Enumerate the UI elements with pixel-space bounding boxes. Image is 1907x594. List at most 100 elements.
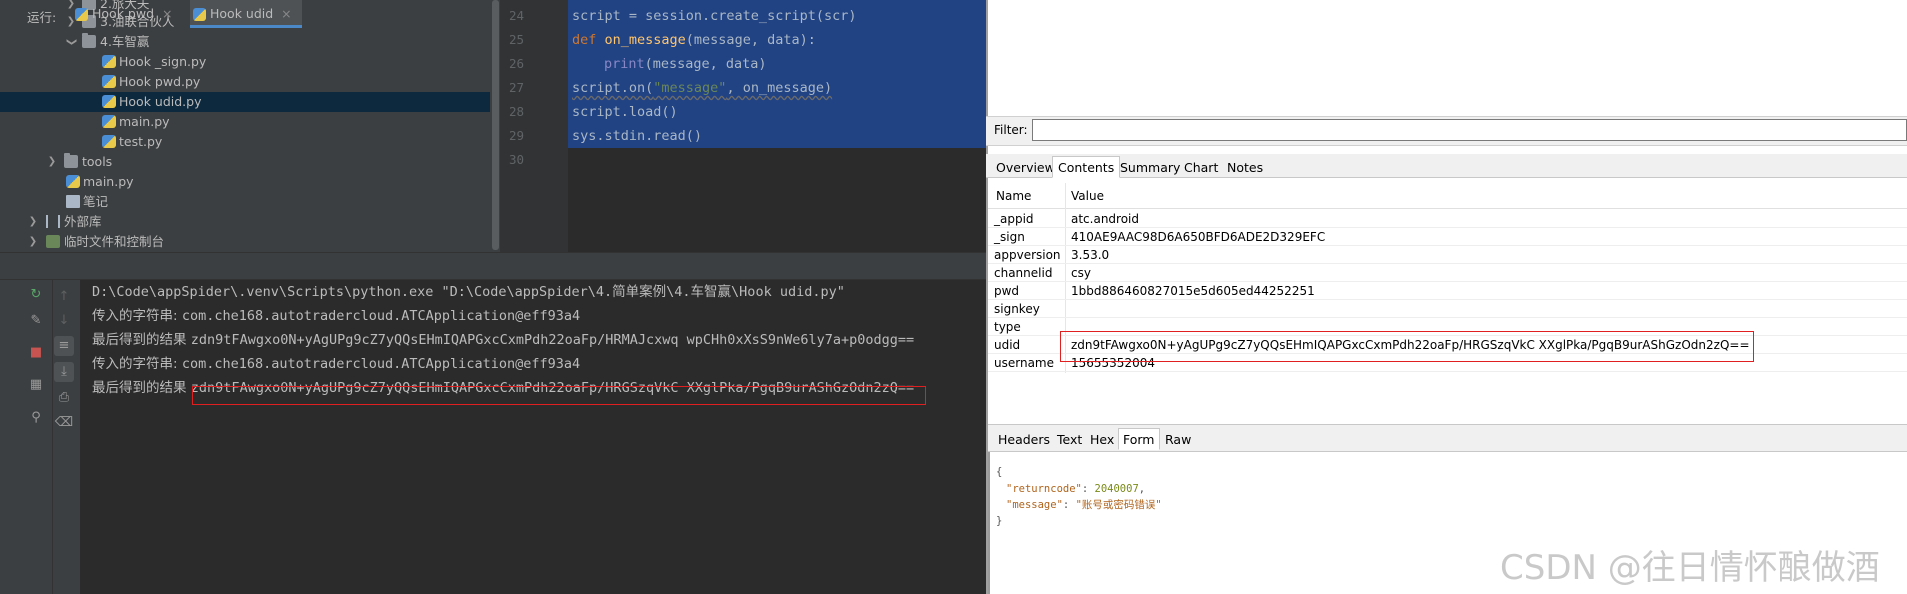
tree-scrollbar-thumb[interactable] xyxy=(492,0,499,250)
param-name: _sign xyxy=(994,230,1025,244)
json-value: 2040007 xyxy=(1094,483,1139,495)
tab-hook-udid[interactable]: Hook udid × xyxy=(190,0,302,28)
tab-headers[interactable]: Headers xyxy=(993,428,1055,450)
table-row[interactable] xyxy=(988,246,1907,264)
param-name: username xyxy=(994,356,1054,370)
scratches-icon xyxy=(46,235,60,248)
wrench-icon[interactable]: ✎ xyxy=(26,311,46,331)
line-number: 24 xyxy=(508,8,524,23)
python-file-icon xyxy=(66,175,80,188)
param-name: udid xyxy=(994,338,1021,352)
line-number: 29 xyxy=(508,128,524,143)
close-icon[interactable]: × xyxy=(281,6,291,21)
tree-item-file-selected[interactable]: Hook udid.py xyxy=(0,92,500,112)
tree-item-file[interactable]: test.py xyxy=(0,132,500,152)
stop-icon[interactable]: ■ xyxy=(26,343,46,363)
code-string: "message" xyxy=(653,80,727,96)
tree-item-file[interactable]: main.py xyxy=(0,172,500,192)
grid-header xyxy=(988,183,1907,209)
tree-item-label: Hook pwd.py xyxy=(119,74,201,89)
line-number: 27 xyxy=(508,80,524,95)
tab-text[interactable]: Text xyxy=(1052,428,1087,450)
tab-chart[interactable]: Chart xyxy=(1178,156,1224,178)
pin-icon[interactable]: ⚲ xyxy=(26,408,46,428)
param-value: 3.53.0 xyxy=(1071,248,1110,262)
code-line[interactable]: script.on("message", on_message) xyxy=(572,78,832,98)
json-value: "账号或密码错误" xyxy=(1075,499,1162,511)
python-file-icon xyxy=(75,8,88,21)
console-prefix: 传入的字符串: xyxy=(92,356,182,372)
tree-item-file[interactable]: main.py xyxy=(0,112,500,132)
tree-item-file[interactable]: Hook _sign.py xyxy=(0,52,500,72)
console-command: D:\Code\appSpider\.venv\Scripts\python.e… xyxy=(92,284,845,300)
tree-item-label: Hook _sign.py xyxy=(119,54,207,69)
line-number: 26 xyxy=(508,56,524,71)
tree-item-folder-expanded[interactable]: ❯ 4.车智赢 xyxy=(0,32,500,52)
line-number: 25 xyxy=(508,32,524,47)
param-name: type xyxy=(994,320,1021,334)
chevron-right-icon[interactable]: ❯ xyxy=(47,152,57,172)
tree-item-label: 外部库 xyxy=(64,214,102,229)
scroll-to-end-icon[interactable]: ⤓ xyxy=(54,362,74,382)
tree-item-file[interactable]: 笔记 xyxy=(0,192,500,212)
soft-wrap-icon[interactable]: ≡ xyxy=(54,336,74,356)
print-icon[interactable]: ⎙ xyxy=(54,388,74,408)
code-line[interactable]: print(message, data) xyxy=(604,54,767,74)
tab-contents[interactable]: Contents xyxy=(1052,156,1121,178)
json-line: "returncode": 2040007, xyxy=(1006,483,1146,495)
python-file-icon xyxy=(102,135,116,148)
library-icon xyxy=(46,215,60,228)
tree-item-folder[interactable]: ❯ tools xyxy=(0,152,500,172)
tab-overview[interactable]: Overview xyxy=(990,156,1061,178)
arrow-down-icon[interactable]: ↓ xyxy=(54,311,74,331)
watermark-text: CSDN @往日情怀酿做酒 xyxy=(1500,548,1880,588)
rerun-icon[interactable]: ↻ xyxy=(26,285,46,305)
line-number: 28 xyxy=(508,104,524,119)
tab-hook-pwd[interactable]: Hook pwd × xyxy=(72,0,172,28)
code-keyword: def xyxy=(572,32,605,48)
layout-icon[interactable]: ▦ xyxy=(26,375,46,395)
column-header-name[interactable]: Name xyxy=(996,189,1031,203)
code-line[interactable]: script = session.create_script(scr) xyxy=(572,6,856,26)
column-header-value[interactable]: Value xyxy=(1071,189,1104,203)
note-file-icon xyxy=(66,195,80,208)
project-tree[interactable]: ❯ 2.旅大夫 ❯ 3.油联合伙人 ❯ 4.车智赢 Hook _sign.py … xyxy=(0,0,500,252)
code-line[interactable]: script.load() xyxy=(572,102,678,122)
param-name: _appid xyxy=(994,212,1034,226)
json-key: "returncode" xyxy=(1006,483,1082,495)
run-console[interactable] xyxy=(80,280,986,594)
highlight-box-console xyxy=(192,386,926,405)
tree-item-file[interactable]: Hook pwd.py xyxy=(0,72,500,92)
tab-notes[interactable]: Notes xyxy=(1221,156,1269,178)
chevron-down-icon[interactable]: ❯ xyxy=(61,37,81,47)
tree-item-label: 临时文件和控制台 xyxy=(64,234,165,249)
table-row[interactable] xyxy=(988,300,1907,318)
tab-label: Hook pwd xyxy=(92,6,154,21)
json-brace: { xyxy=(996,466,1003,478)
chevron-right-icon[interactable]: ❯ xyxy=(28,232,38,252)
filter-input[interactable] xyxy=(1032,119,1907,141)
tree-item-label: main.py xyxy=(119,114,170,129)
table-row[interactable] xyxy=(988,264,1907,282)
code-text: script.load() xyxy=(572,104,678,120)
code-text: , on_message) xyxy=(726,80,833,96)
code-text: (message, data): xyxy=(685,32,816,48)
filter-label: Filter: xyxy=(994,123,1028,137)
python-file-icon xyxy=(102,75,116,88)
tab-summary[interactable]: Summary xyxy=(1114,156,1186,178)
trash-icon[interactable]: ⌫ xyxy=(54,413,74,433)
tree-item-external-libs[interactable]: ❯ 外部库 xyxy=(0,212,500,232)
code-line[interactable]: sys.stdin.read() xyxy=(572,126,702,146)
console-value: com.che168.autotradercloud.ATCApplicatio… xyxy=(181,356,581,372)
param-name: channelid xyxy=(994,266,1053,280)
python-file-icon xyxy=(102,55,116,68)
close-icon[interactable]: × xyxy=(162,6,172,21)
arrow-up-icon[interactable]: ↑ xyxy=(54,287,74,307)
tree-item-scratches[interactable]: ❯ 临时文件和控制台 xyxy=(0,232,500,252)
chevron-right-icon[interactable]: ❯ xyxy=(28,212,38,232)
tab-raw[interactable]: Raw xyxy=(1160,428,1196,450)
tab-hex[interactable]: Hex xyxy=(1085,428,1119,450)
tab-form[interactable]: Form xyxy=(1118,428,1160,450)
code-line[interactable]: def on_message(message, data): xyxy=(572,30,816,50)
code-text: script = session.create_script(scr) xyxy=(572,8,857,24)
